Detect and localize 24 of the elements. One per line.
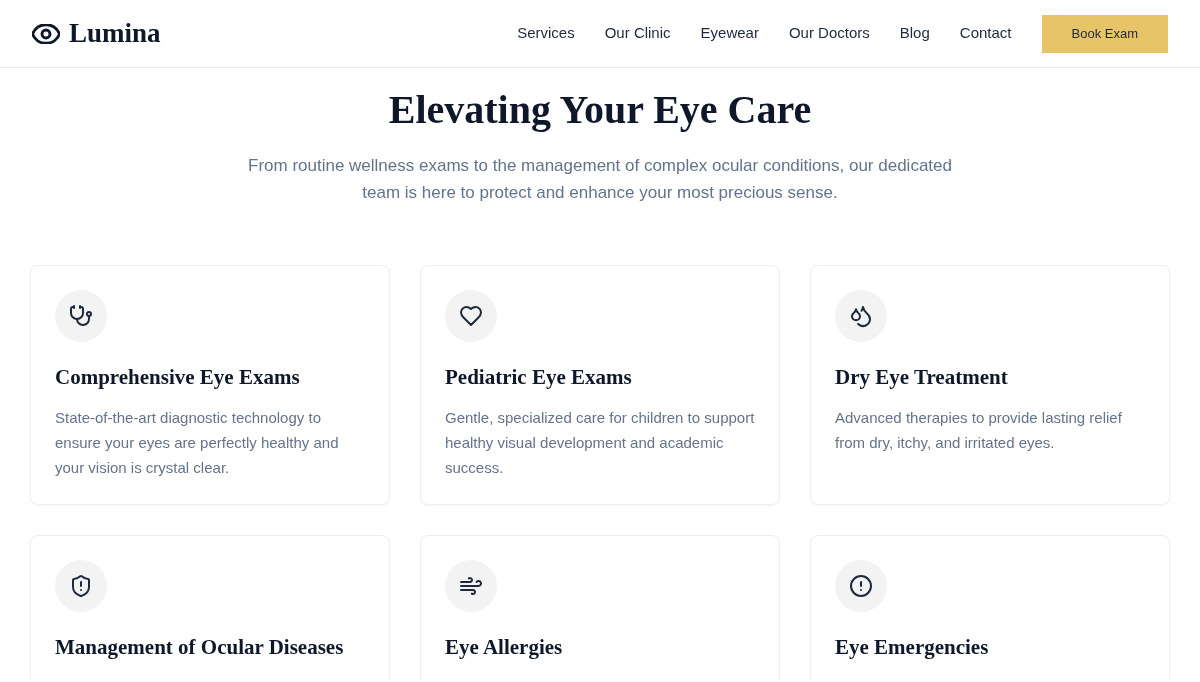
brand-name[interactable]: Lumina — [69, 20, 161, 47]
shield-alert-icon — [55, 560, 107, 612]
droplets-icon — [835, 290, 887, 342]
nav-link[interactable]: Blog — [899, 22, 930, 45]
nav-link[interactable]: Eyewear — [700, 22, 759, 45]
card-title: Dry Eye Treatment — [835, 364, 1009, 391]
eye-logo-icon — [32, 23, 60, 44]
nav-link[interactable]: Contact — [959, 22, 1012, 45]
nav-link[interactable]: Our Clinic — [604, 22, 671, 45]
card-title: Eye Allergies — [445, 634, 564, 661]
section-heading: Elevating Your Eye Care — [388, 88, 812, 132]
nav-link[interactable]: Services — [517, 22, 575, 45]
card-title: Management of Ocular Diseases — [55, 634, 345, 661]
card-description: Gentle, specialized care for children to support healthy visual development and academic success. — [445, 408, 755, 478]
stethoscope-icon — [55, 290, 107, 342]
card-title: Pediatric Eye Exams — [445, 364, 633, 391]
wind-icon — [445, 560, 497, 612]
card-description: State-of-the-art diagnostic technology to ensure your eyes are perfectly healthy and your vision is crystal clear. — [55, 408, 340, 478]
book-exam-button[interactable]: Book Exam — [1041, 14, 1168, 53]
card-title: Eye Emergencies — [835, 634, 990, 661]
card-title: Comprehensive Eye Exams — [55, 364, 301, 391]
section-subtitle: From routine wellness exams to the management of complex ocular conditions, our dedicated team is here to protect and enhance your most precious sense. — [247, 155, 953, 204]
nav-link[interactable]: Our Doctors — [788, 22, 870, 45]
card-description: Advanced therapies to provide lasting relief from dry, itchy, and irritated eyes. — [835, 408, 1123, 453]
